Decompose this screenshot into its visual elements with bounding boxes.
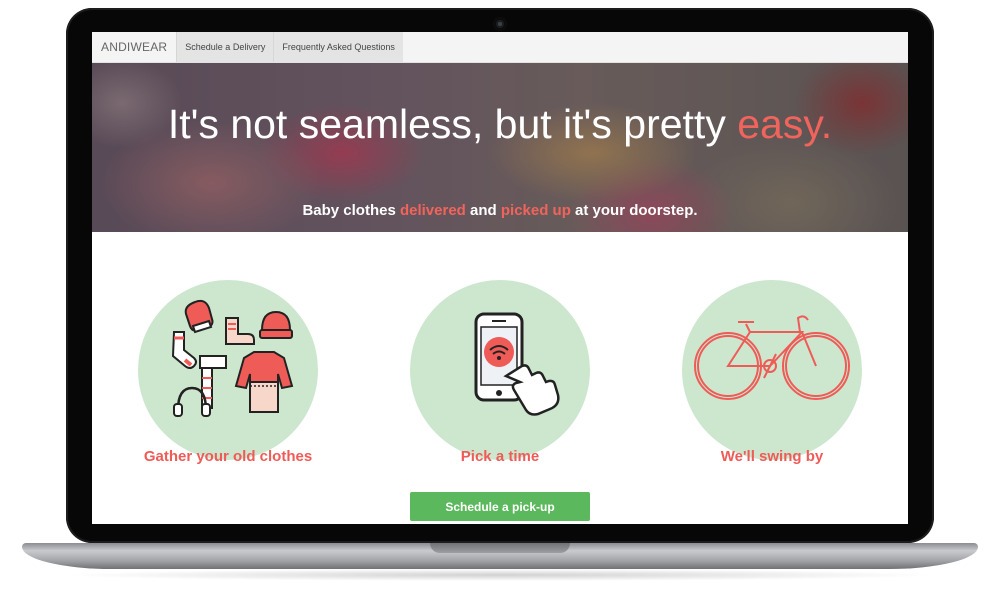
phone-tap-icon: [474, 312, 560, 416]
schedule-pickup-button[interactable]: Schedule a pick-up: [410, 492, 590, 521]
sweater-icon: [234, 351, 294, 413]
hero-subtitle: Baby clothes delivered and picked up at …: [302, 202, 698, 219]
feature-label-pick-time: Pick a time: [460, 448, 540, 465]
laptop-shadow: [60, 569, 940, 581]
brand-logo[interactable]: ANDIWEAR: [92, 32, 176, 62]
feature-circle-swing-by: [682, 280, 862, 460]
sock-icon: [171, 331, 197, 369]
nav-link-faq[interactable]: Frequently Asked Questions: [273, 32, 403, 62]
hat-icon: [259, 310, 293, 339]
browser-screen: ANDIWEAR Schedule a Delivery Frequently …: [92, 32, 908, 524]
feature-label-gather: Gather your old clothes: [143, 448, 313, 465]
hero-title-accent: easy.: [737, 101, 833, 147]
navbar: ANDIWEAR Schedule a Delivery Frequently …: [92, 32, 908, 63]
nav-link-schedule-delivery[interactable]: Schedule a Delivery: [176, 32, 274, 62]
webcam-icon: [493, 17, 507, 31]
feature-circle-gather: [138, 280, 318, 460]
laptop-notch: [430, 543, 570, 553]
hero-banner: It's not seamless, but it's pretty easy.…: [92, 63, 908, 232]
clothes-icon: [171, 299, 294, 417]
boot-icon: [225, 317, 255, 345]
bicycle-icon: [694, 315, 850, 400]
mitten-icon: [184, 299, 214, 334]
feature-label-swing-by: We'll swing by: [720, 448, 824, 465]
hand-icon: [503, 364, 560, 416]
feature-circle-pick-time: [410, 280, 590, 460]
hero-title: It's not seamless, but it's pretty easy.: [167, 101, 833, 147]
